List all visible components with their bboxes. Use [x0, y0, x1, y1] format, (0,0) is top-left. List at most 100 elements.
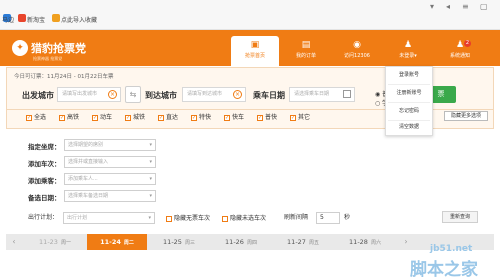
filter-chengtie-checkbox[interactable]: ✓ 城铁 — [125, 112, 145, 121]
checkbox-box — [222, 215, 228, 222]
filter-chengtie-label: 城铁 — [133, 114, 146, 121]
filter-dongche-checkbox[interactable]: ✓ 动车 — [92, 112, 112, 121]
swap-cities-button[interactable]: ⇆ — [125, 86, 141, 103]
menu-login[interactable]: 登录账号 — [385, 67, 433, 84]
tab-user-label: 未登录▾ — [384, 52, 432, 59]
bookmark-import[interactable]: 点此导入收藏 — [61, 15, 97, 24]
tab-home[interactable]: ▣ 抢票首页 — [231, 36, 279, 66]
chevron-down-icon: ▾ — [149, 142, 152, 148]
watermark-site: jb51.net — [430, 244, 473, 254]
alternate-date-select[interactable]: 选择乘车备选日期 ▾ — [64, 190, 156, 202]
tab-notifications-label: 系统通知 — [449, 53, 470, 59]
date-tab-date: 11-26 — [225, 238, 244, 246]
add-passenger-placeholder: 添加乘车人... — [68, 176, 98, 182]
menu-register[interactable]: 注册新账号 — [385, 85, 433, 102]
tab-notifications[interactable]: ♟ 2 系统通知 — [436, 36, 484, 66]
filter-all-checkbox[interactable]: ✓ 全选 — [26, 112, 46, 121]
date-tab-weekday: 周五 — [308, 240, 319, 246]
check-icon: ✓ — [191, 114, 197, 121]
chevron-down-icon: ▾ — [149, 159, 152, 165]
filter-kuaiche-label: 快车 — [232, 114, 245, 121]
from-city-clear-icon[interactable]: × — [108, 90, 117, 99]
globe-icon: ◉ — [353, 40, 361, 50]
bookable-date-range: 今日可订票：11月24日 - 01月22日车票 — [14, 74, 114, 80]
chevron-down-icon: ▾ — [414, 53, 417, 59]
travel-plan-label: 出行计划： — [28, 214, 59, 221]
seat-type-placeholder: 选择期望的席别 — [68, 142, 104, 148]
refresh-interval-label: 刷新间隔 — [284, 214, 309, 221]
date-tab-weekday: 周一 — [60, 240, 71, 246]
refresh-interval-input[interactable]: 5 — [316, 212, 340, 224]
watermark-brand: 脚本之家 — [410, 260, 478, 279]
tab-orders[interactable]: ▤ 我的订单 — [282, 36, 330, 66]
browser-window-icon[interactable]: ▢ — [480, 2, 488, 11]
filter-gaotie-label: 高铁 — [67, 114, 80, 121]
travel-plan-placeholder: 出行计划 — [67, 215, 88, 221]
check-icon: ✓ — [224, 114, 230, 121]
travel-plan-select[interactable]: 出行计划 ▾ — [63, 212, 155, 224]
to-city-clear-icon[interactable]: × — [233, 90, 242, 99]
check-icon: ✓ — [257, 114, 263, 121]
prev-date-icon[interactable]: ‹ — [8, 234, 20, 250]
browser-menu-dropdown-icon[interactable]: ▾ — [430, 2, 434, 11]
date-tab-weekday: 周四 — [246, 240, 257, 246]
user-status-text: 未登录 — [399, 53, 415, 59]
refresh-interval-unit: 秒 — [344, 214, 351, 221]
from-city-label: 出发城市 — [22, 91, 54, 100]
filter-pukuai-label: 普快 — [265, 114, 278, 121]
requery-button[interactable]: 重新查询 — [442, 211, 478, 223]
filter-pukuai-checkbox[interactable]: ✓ 普快 — [257, 112, 277, 121]
date-tab-date: 11-25 — [163, 238, 182, 246]
filter-tekuai-checkbox[interactable]: ✓ 特快 — [191, 112, 211, 121]
to-city-label: 到达城市 — [145, 91, 177, 100]
browser-settings-icon[interactable]: ≡ — [462, 2, 469, 11]
alternate-date-label: 备选日期： — [28, 194, 61, 202]
add-train-label: 添加车次： — [28, 160, 61, 168]
date-tab-date: 11-24 — [100, 238, 121, 246]
date-tab-5[interactable]: 11-28 周六 — [335, 234, 395, 250]
chevron-down-icon: ▾ — [148, 215, 151, 221]
menu-clear-data[interactable]: 清空数据 — [385, 119, 433, 136]
check-icon: ✓ — [92, 114, 98, 121]
date-tab-weekday: 周三 — [184, 240, 195, 246]
check-icon: ✓ — [125, 114, 131, 121]
date-tab-1[interactable]: 11-24 周二 — [87, 234, 147, 250]
filter-tekuai-label: 特快 — [199, 114, 212, 121]
add-train-placeholder: 选择并或直接输入 — [68, 159, 109, 165]
menu-forgot-password[interactable]: 忘记密码 — [385, 103, 433, 120]
train-icon: ▣ — [250, 40, 260, 50]
add-passenger-label: 添加乘客： — [28, 177, 61, 185]
tab-user[interactable]: ♟ 未登录▾ — [384, 36, 432, 66]
checkbox-box — [166, 215, 172, 222]
user-icon: ♟ — [403, 40, 413, 50]
hide-no-ticket-checkbox[interactable]: 隐藏无票车次 — [166, 213, 210, 222]
filter-zhida-checkbox[interactable]: ✓ 直达 — [158, 112, 178, 121]
date-tab-0[interactable]: 11-23 周一 — [25, 234, 85, 250]
seat-type-select[interactable]: 选择期望的席别 ▾ — [64, 139, 156, 151]
bookmark-taobao[interactable]: 新淘宝 — [27, 15, 45, 24]
tab-orders-label: 我的订单 — [295, 53, 316, 59]
hide-more-options-button[interactable]: 隐藏更多选项 — [444, 111, 488, 121]
calendar-icon[interactable] — [343, 90, 351, 98]
filter-other-checkbox[interactable]: ✓ 其它 — [290, 112, 310, 121]
date-tab-4[interactable]: 11-27 周五 — [273, 234, 333, 250]
check-icon: ✓ — [26, 114, 32, 121]
tab-visit-12306[interactable]: ◉ 访问12306 — [333, 36, 381, 66]
filter-all-label: 全选 — [34, 114, 47, 121]
date-tab-3[interactable]: 11-26 周四 — [211, 234, 271, 250]
cheetah-logo-icon: ✦ — [12, 40, 28, 56]
filter-zhida-label: 直达 — [166, 114, 179, 121]
browser-back-icon[interactable]: ◂ — [446, 2, 450, 11]
filter-dongche-label: 动车 — [100, 114, 113, 121]
order-icon: ▤ — [301, 40, 311, 50]
add-passenger-select[interactable]: 添加乘车人... ▾ — [64, 173, 156, 185]
date-tab-2[interactable]: 11-25 周三 — [149, 234, 209, 250]
filter-gaotie-checkbox[interactable]: ✓ 高铁 — [59, 112, 79, 121]
next-date-icon[interactable]: › — [400, 234, 412, 250]
filter-kuaiche-checkbox[interactable]: ✓ 快车 — [224, 112, 244, 121]
bookmark-mabian[interactable]: 马边 — [2, 15, 14, 24]
date-tab-weekday: 周六 — [370, 240, 381, 246]
hide-unselected-checkbox[interactable]: 隐藏未选车次 — [222, 213, 266, 222]
add-train-select[interactable]: 选择并或直接输入 ▾ — [64, 156, 156, 168]
chevron-down-icon: ▾ — [149, 176, 152, 182]
